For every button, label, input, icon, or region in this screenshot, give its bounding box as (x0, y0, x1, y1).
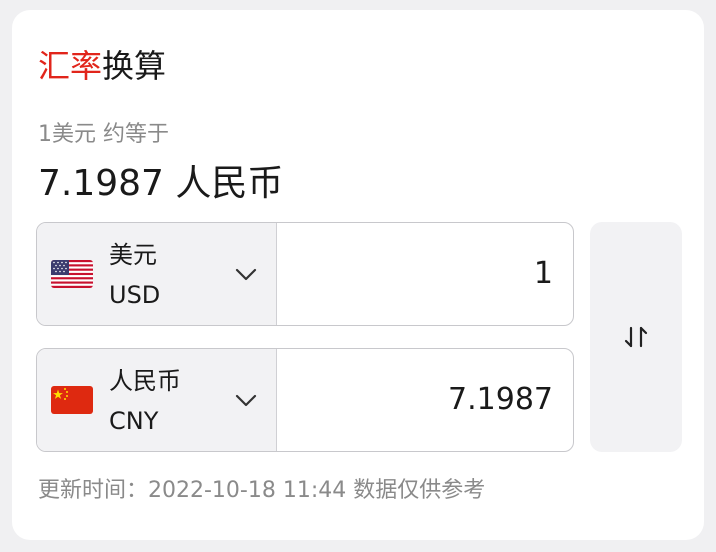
to-currency-code: CNY (109, 407, 159, 435)
from-currency-row: 美元 USD 1 (36, 222, 574, 326)
swap-currencies-button[interactable] (590, 222, 682, 452)
update-time-note: 更新时间：2022-10-18 11:44 数据仅供参考 (38, 478, 486, 503)
rate-subtitle: 1美元 约等于 (38, 122, 169, 147)
page-title: 汇率换算 (38, 46, 166, 86)
currency-converter-card: 汇率换算 1美元 约等于 7.1987 人民币 美元 USD 1 人民币 CNY… (12, 10, 704, 540)
to-currency-row: 人民币 CNY 7.1987 (36, 348, 574, 452)
from-currency-selector[interactable]: 美元 USD (37, 223, 277, 325)
swap-arrows-icon (624, 326, 648, 348)
chevron-down-icon (235, 268, 257, 281)
from-amount-input[interactable]: 1 (277, 223, 573, 325)
title-rest: 换算 (102, 47, 167, 85)
to-currency-name: 人民币 (109, 367, 181, 395)
from-currency-name: 美元 (109, 241, 157, 269)
us-flag-icon (51, 260, 93, 288)
to-amount-input[interactable]: 7.1987 (277, 349, 573, 451)
chevron-down-icon (235, 394, 257, 407)
title-highlight: 汇率 (38, 47, 103, 85)
to-currency-selector[interactable]: 人民币 CNY (37, 349, 277, 451)
from-currency-code: USD (109, 281, 161, 309)
cn-flag-icon (51, 386, 93, 414)
rate-value: 7.1987 人民币 (38, 163, 284, 204)
